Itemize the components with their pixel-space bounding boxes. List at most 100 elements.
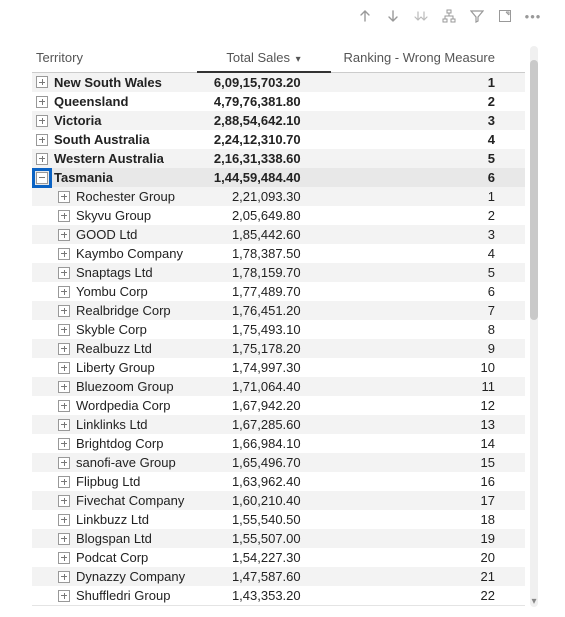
hierarchy-icon[interactable] [441, 8, 457, 24]
sales-value: 2,05,649.80 [197, 206, 331, 225]
rank-value: 21 [331, 567, 525, 586]
sales-value: 2,24,12,310.70 [197, 130, 331, 149]
expand-icon[interactable] [36, 96, 48, 108]
expand-icon[interactable] [58, 191, 70, 203]
table-row[interactable]: Rochester Group2,21,093.301 [32, 187, 525, 206]
expand-icon[interactable] [58, 457, 70, 469]
expand-icon[interactable] [58, 229, 70, 241]
sales-value: 4,79,76,381.80 [197, 92, 331, 111]
table-row[interactable]: Blogspan Ltd1,55,507.0019 [32, 529, 525, 548]
expand-icon[interactable] [58, 248, 70, 260]
expand-icon[interactable] [58, 381, 70, 393]
table-row[interactable]: Liberty Group1,74,997.3010 [32, 358, 525, 377]
expand-icon[interactable] [36, 134, 48, 146]
table-row[interactable]: sanofi-ave Group1,65,496.7015 [32, 453, 525, 472]
expand-icon[interactable] [58, 305, 70, 317]
drill-up-icon[interactable] [413, 8, 429, 24]
table-row[interactable]: GOOD Ltd1,85,442.603 [32, 225, 525, 244]
expand-icon[interactable] [58, 438, 70, 450]
filter-icon[interactable] [469, 8, 485, 24]
expand-icon[interactable] [36, 153, 48, 165]
sales-value: 1,63,962.40 [197, 472, 331, 491]
rank-value: 3 [331, 225, 525, 244]
expand-icon[interactable] [58, 210, 70, 222]
vertical-scrollbar[interactable]: ▴ ▾ [527, 46, 541, 607]
sales-value: 1,76,451.20 [197, 301, 331, 320]
table-row[interactable]: Snaptags Ltd1,78,159.705 [32, 263, 525, 282]
col-total-sales[interactable]: Total Sales ▾ [197, 46, 331, 72]
table-row[interactable]: Wordpedia Corp1,67,942.2012 [32, 396, 525, 415]
sales-value: 1,66,984.10 [197, 434, 331, 453]
table-row[interactable]: Fivechat Company1,60,210.4017 [32, 491, 525, 510]
sales-value: 1,65,496.70 [197, 453, 331, 472]
collapse-icon[interactable] [36, 172, 48, 184]
expand-icon[interactable] [58, 286, 70, 298]
arrow-up-icon[interactable] [357, 8, 373, 24]
table-row[interactable]: Dynazzy Company1,47,587.6021 [32, 567, 525, 586]
territory-label: Blogspan Ltd [76, 531, 152, 546]
territory-label: Victoria [54, 113, 101, 128]
arrow-down-icon[interactable] [385, 8, 401, 24]
rank-value: 14 [331, 434, 525, 453]
rank-value: 10 [331, 358, 525, 377]
expand-icon[interactable] [58, 571, 70, 583]
expand-icon[interactable] [58, 552, 70, 564]
table-row[interactable]: Brightdog Corp 1,66,984.1014 [32, 434, 525, 453]
expand-icon[interactable] [58, 476, 70, 488]
table-row[interactable]: South Australia2,24,12,310.704 [32, 130, 525, 149]
total-sales: 20,59,97,429.50 [197, 606, 331, 608]
table-row[interactable]: Realbuzz Ltd1,75,178.209 [32, 339, 525, 358]
territory-label: Kaymbo Company [76, 246, 183, 261]
expand-icon[interactable] [58, 514, 70, 526]
territory-label: Yombu Corp [76, 284, 148, 299]
sales-value: 2,16,31,338.60 [197, 149, 331, 168]
table-row[interactable]: Linklinks Ltd1,67,285.6013 [32, 415, 525, 434]
table-row[interactable]: Podcat Corp1,54,227.3020 [32, 548, 525, 567]
sales-value: 1,60,210.40 [197, 491, 331, 510]
total-row: Total 20,59,97,429.50 [32, 606, 525, 608]
table-row[interactable]: Realbridge Corp1,76,451.207 [32, 301, 525, 320]
territory-label: New South Wales [54, 75, 162, 90]
table-row[interactable]: Skyvu Group2,05,649.802 [32, 206, 525, 225]
expand-icon[interactable] [58, 362, 70, 374]
table-row[interactable]: Shuffledri Group1,43,353.2022 [32, 586, 525, 606]
rank-value: 1 [331, 72, 525, 92]
expand-icon[interactable] [58, 419, 70, 431]
table-row[interactable]: Victoria2,88,54,642.103 [32, 111, 525, 130]
expand-icon[interactable] [58, 267, 70, 279]
scroll-down-icon[interactable]: ▾ [529, 597, 539, 607]
territory-label: Brightdog Corp [76, 436, 163, 451]
expand-icon[interactable] [58, 400, 70, 412]
scroll-thumb[interactable] [530, 60, 538, 320]
visual-toolbar: ••• [357, 8, 541, 24]
table-row[interactable]: Kaymbo Company1,78,387.504 [32, 244, 525, 263]
table-row[interactable]: Linkbuzz Ltd1,55,540.5018 [32, 510, 525, 529]
expand-icon[interactable] [58, 343, 70, 355]
expand-icon[interactable] [58, 324, 70, 336]
territory-label: Liberty Group [76, 360, 155, 375]
focus-icon[interactable] [497, 8, 513, 24]
expand-icon[interactable] [58, 590, 70, 602]
more-icon[interactable]: ••• [525, 8, 541, 24]
territory-label: Tasmania [54, 170, 113, 185]
col-ranking[interactable]: Ranking - Wrong Measure [331, 46, 525, 72]
table-row[interactable]: Tasmania1,44,59,484.406 [32, 168, 525, 187]
sales-value: 1,43,353.20 [197, 586, 331, 606]
table-row[interactable]: Queensland4,79,76,381.802 [32, 92, 525, 111]
table-row[interactable]: Skyble Corp1,75,493.108 [32, 320, 525, 339]
sales-value: 1,85,442.60 [197, 225, 331, 244]
expand-icon[interactable] [36, 115, 48, 127]
sales-value: 1,55,540.50 [197, 510, 331, 529]
table-row[interactable]: Western Australia2,16,31,338.605 [32, 149, 525, 168]
rank-value: 6 [331, 282, 525, 301]
expand-icon[interactable] [36, 76, 48, 88]
territory-label: South Australia [54, 132, 150, 147]
expand-icon[interactable] [58, 533, 70, 545]
table-row[interactable]: Flipbug Ltd1,63,962.4016 [32, 472, 525, 491]
territory-label: Linklinks Ltd [76, 417, 148, 432]
table-row[interactable]: New South Wales6,09,15,703.201 [32, 72, 525, 92]
expand-icon[interactable] [58, 495, 70, 507]
table-row[interactable]: Yombu Corp1,77,489.706 [32, 282, 525, 301]
col-territory[interactable]: Territory [32, 46, 197, 72]
table-row[interactable]: Bluezoom Group1,71,064.4011 [32, 377, 525, 396]
